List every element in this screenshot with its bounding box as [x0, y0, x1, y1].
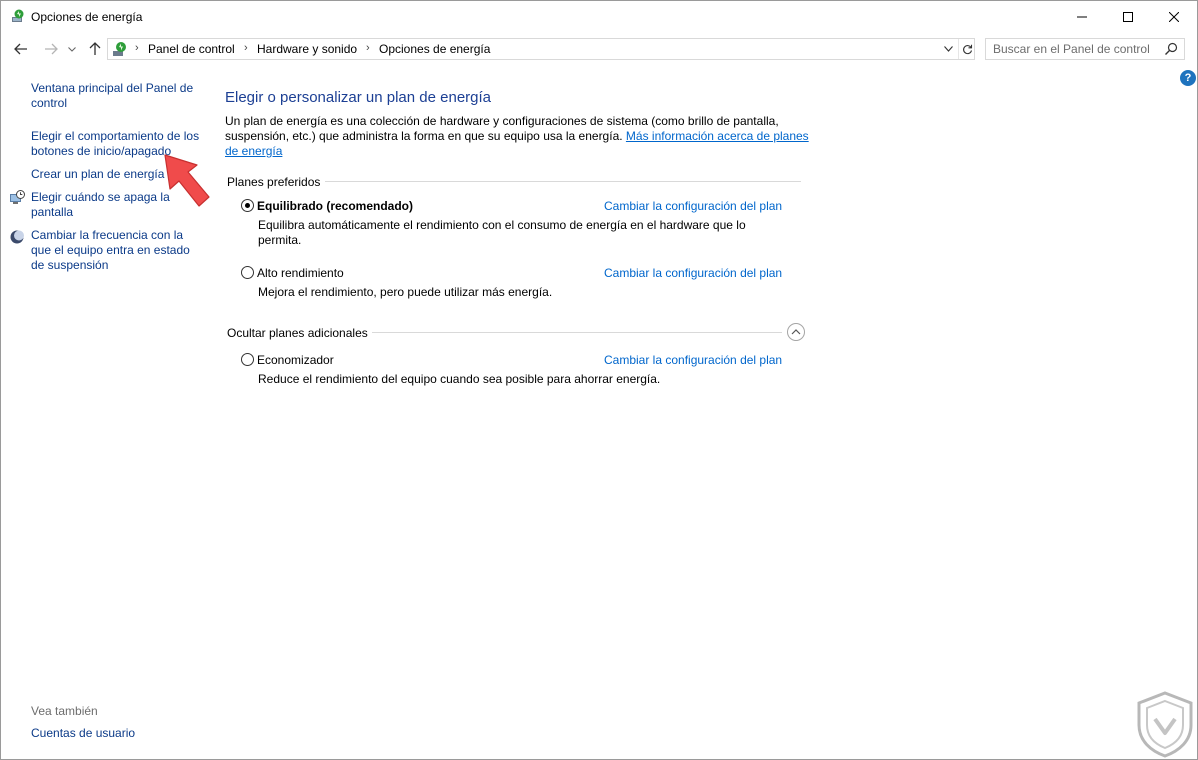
power-options-app-icon: [10, 8, 26, 24]
plan-desc-power-saver: Reduce el rendimiento del equipo cuando …: [258, 372, 661, 386]
close-button[interactable]: [1151, 1, 1197, 32]
refresh-icon: [962, 44, 972, 54]
group-divider: [372, 332, 782, 333]
back-button[interactable]: [11, 39, 31, 59]
display-clock-icon: [9, 190, 25, 206]
site-watermark-logo-icon: [1133, 689, 1197, 759]
power-options-window: Opciones de energía › Panel de control ›…: [0, 0, 1198, 760]
arrow-left-icon: [14, 43, 27, 55]
plan-desc-high-performance: Mejora el rendimiento, pero puede utiliz…: [258, 285, 553, 299]
sleep-moon-icon: [9, 229, 25, 245]
plan-name-power-saver[interactable]: Economizador: [257, 353, 334, 367]
plan-desc-balanced: Equilibra automáticamente el rendimiento…: [258, 218, 746, 247]
close-icon: [1169, 11, 1179, 22]
sidebar-item-sleep[interactable]: Cambiar la frecuencia con la que el equi…: [31, 228, 201, 273]
chevron-down-icon: [943, 46, 953, 52]
breadcrumb-separator-icon[interactable]: ›: [244, 42, 248, 54]
hide-additional-plans-label[interactable]: Ocultar planes adicionales: [227, 326, 368, 340]
change-plan-settings-link-balanced[interactable]: Cambiar la configuración del plan: [604, 199, 782, 213]
breadcrumb-power-options[interactable]: Opciones de energía: [379, 42, 490, 56]
chevron-up-icon: [791, 329, 801, 335]
help-button[interactable]: ?: [1180, 70, 1196, 86]
intro-paragraph: Un plan de energía es una colección de h…: [225, 114, 815, 159]
preferred-plans-label: Planes preferidos: [227, 175, 321, 189]
arrow-right-icon: [45, 43, 58, 55]
search-placeholder: Buscar en el Panel de control: [993, 42, 1150, 56]
forward-button[interactable]: [41, 39, 61, 59]
window-title: Opciones de energía: [31, 10, 143, 24]
search-icon[interactable]: [1164, 42, 1178, 56]
chevron-down-icon: [68, 46, 76, 52]
sidebar-item-control-panel-home[interactable]: Ventana principal del Panel de control: [31, 81, 201, 111]
plan-radio-power-saver[interactable]: [241, 353, 254, 366]
change-plan-settings-link-high-performance[interactable]: Cambiar la configuración del plan: [604, 266, 782, 280]
breadcrumb-separator-icon[interactable]: ›: [135, 42, 139, 54]
maximize-button[interactable]: [1105, 1, 1151, 32]
breadcrumb-hardware-sound[interactable]: Hardware y sonido: [257, 42, 357, 56]
up-button[interactable]: [85, 39, 105, 59]
recent-locations-button[interactable]: [65, 39, 79, 59]
breadcrumb-separator-icon[interactable]: ›: [366, 42, 370, 54]
group-divider: [325, 181, 801, 182]
control-panel-icon: [111, 41, 128, 58]
user-accounts-link[interactable]: Cuentas de usuario: [31, 726, 135, 740]
minimize-button[interactable]: [1059, 1, 1105, 32]
address-bar[interactable]: › Panel de control › Hardware y sonido ›…: [107, 38, 975, 60]
plan-radio-high-performance[interactable]: [241, 266, 254, 279]
see-also-label: Vea también: [31, 704, 98, 718]
collapse-plans-button[interactable]: [787, 323, 805, 341]
red-arrow-pointer-icon: [159, 151, 215, 213]
arrow-up-icon: [89, 42, 101, 55]
navigation-bar: › Panel de control › Hardware y sonido ›…: [1, 32, 1197, 66]
page-title: Elegir o personalizar un plan de energía: [225, 89, 492, 106]
minimize-icon: [1077, 16, 1087, 17]
change-plan-settings-link-power-saver[interactable]: Cambiar la configuración del plan: [604, 353, 782, 367]
plan-radio-balanced[interactable]: [241, 199, 254, 212]
plan-name-balanced[interactable]: Equilibrado (recomendado): [257, 199, 413, 213]
search-input[interactable]: Buscar en el Panel de control: [985, 38, 1185, 60]
address-dropdown-button[interactable]: [938, 39, 958, 59]
breadcrumb-control-panel[interactable]: Panel de control: [148, 42, 235, 56]
refresh-button[interactable]: [958, 39, 975, 59]
maximize-icon: [1123, 11, 1133, 22]
title-bar: Opciones de energía: [1, 1, 1197, 32]
plan-name-high-performance[interactable]: Alto rendimiento: [257, 266, 344, 280]
